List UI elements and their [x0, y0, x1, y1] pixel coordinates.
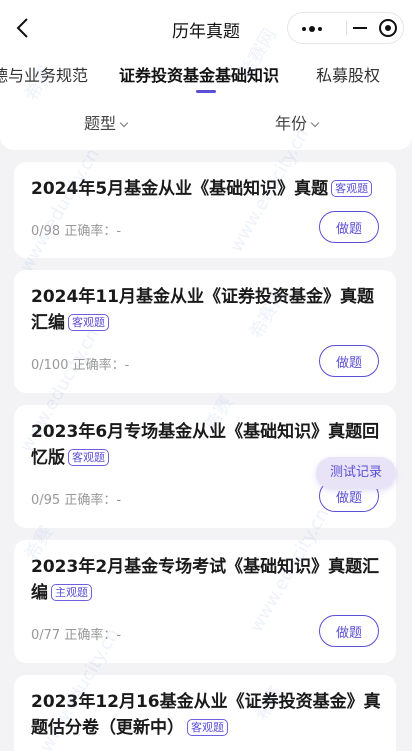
- question-type-tag: 客观题: [68, 314, 109, 331]
- do-questions-button[interactable]: 做题: [319, 615, 379, 647]
- test-record-button[interactable]: 测试记录: [316, 457, 396, 489]
- tab-private-equity[interactable]: 私募股权: [316, 62, 380, 86]
- exam-card[interactable]: 2024年11月基金从业《证券投资基金》真题汇编 客观题 0/100 正确率：- …: [14, 270, 396, 393]
- more-dots-icon: [302, 26, 322, 32]
- exam-card[interactable]: 2023年2月基金专场考试《基础知识》真题汇编 主观题 0/77 正确率：- 做题: [14, 540, 396, 663]
- year-filter[interactable]: 年份: [275, 110, 320, 134]
- exam-progress: 0/100 正确率：-: [31, 358, 130, 373]
- question-type-tag: 客观题: [187, 719, 228, 736]
- question-type-tag: 主观题: [51, 584, 92, 601]
- exam-title: 2023年12月16基金从业《证券投资基金》真题估分卷（更新中） 客观题: [31, 689, 381, 741]
- close-button[interactable]: [347, 13, 405, 43]
- question-type-filter[interactable]: 题型: [84, 110, 129, 134]
- tab-fund-basics[interactable]: 证券投资基金基础知识: [119, 62, 279, 86]
- active-tab-indicator: [196, 90, 216, 93]
- exam-title-text: 2024年5月基金从业《基础知识》真题: [31, 179, 329, 199]
- exam-progress: 0/77 正确率：-: [31, 628, 122, 643]
- do-questions-button[interactable]: 做题: [319, 345, 379, 377]
- exam-progress: 0/98 正确率：-: [31, 224, 122, 239]
- chevron-down-icon: [119, 118, 129, 128]
- tab-ethics[interactable]: 德与业务规范: [0, 62, 88, 86]
- exam-progress: 0/95 正确率：-: [31, 493, 122, 508]
- question-type-tag: 客观题: [68, 449, 109, 466]
- header: 历年真题 德与业务规范 证券投资基金基础知识 私募股权 题型 年份: [0, 0, 412, 150]
- do-questions-button[interactable]: 做题: [319, 211, 379, 243]
- filter-bar: 题型 年份: [0, 106, 412, 136]
- chevron-down-icon: [310, 118, 320, 128]
- mini-program-capsule: [287, 12, 404, 44]
- exam-title: 2024年5月基金从业《基础知识》真题 客观题: [31, 176, 381, 202]
- exam-title: 2023年2月基金专场考试《基础知识》真题汇编 主观题: [31, 554, 381, 606]
- exam-title: 2024年11月基金从业《证券投资基金》真题汇编 客观题: [31, 284, 381, 336]
- question-type-tag: 客观题: [331, 180, 373, 197]
- more-button[interactable]: [288, 13, 346, 43]
- exam-card[interactable]: 2024年5月基金从业《基础知识》真题 客观题 0/98 正确率：- 做题: [14, 162, 396, 258]
- category-tabs: 德与业务规范 证券投资基金基础知识 私募股权: [0, 56, 412, 96]
- nav-bar: 历年真题: [0, 0, 412, 56]
- question-type-label: 题型: [84, 114, 117, 133]
- year-label: 年份: [275, 114, 308, 133]
- minimize-icon: [353, 27, 367, 29]
- exam-card[interactable]: 2023年12月16基金从业《证券投资基金》真题估分卷（更新中） 客观题: [14, 675, 396, 751]
- target-icon: [379, 19, 397, 37]
